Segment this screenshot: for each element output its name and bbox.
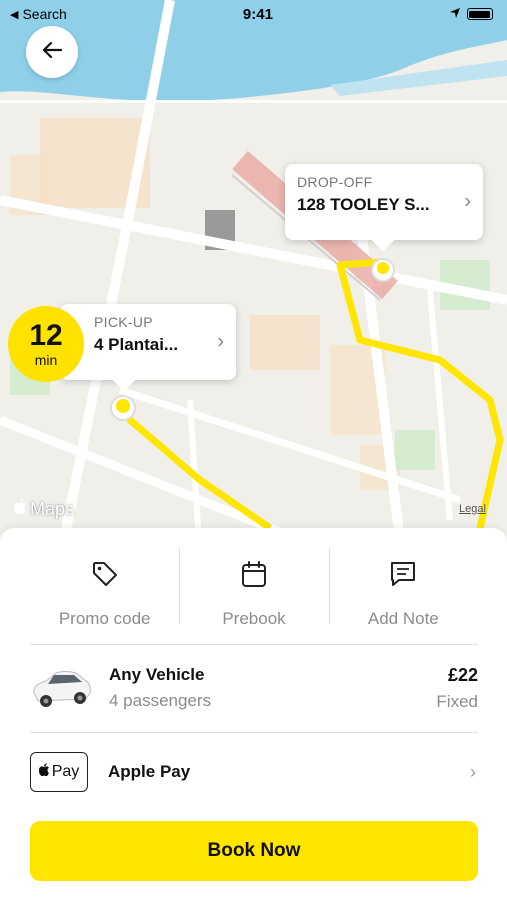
status-time: 9:41 (242, 5, 273, 23)
vehicle-name: Any Vehicle (109, 665, 205, 684)
back-arrow-icon (40, 38, 64, 67)
tag-icon (91, 558, 119, 590)
back-button[interactable] (26, 26, 78, 78)
eta-value: 12 (29, 319, 63, 352)
chevron-right-icon: › (470, 761, 476, 782)
booking-sheet: Promo code Prebook Add Note Any Vehicle … (0, 528, 507, 900)
status-bar: ◀ Search 9:41 (0, 0, 507, 28)
price-type: Fixed (436, 691, 478, 711)
status-indicators (449, 6, 493, 23)
add-note-label: Add Note (367, 609, 439, 628)
map-tiles (0, 0, 507, 560)
price-amount: £22 (447, 664, 478, 685)
prebook-label: Prebook (222, 609, 286, 628)
pickup-label: PICK-UP (94, 314, 153, 330)
book-now-button[interactable]: Book Now (30, 821, 478, 881)
apple-logo-icon (38, 762, 51, 782)
battery-icon (466, 8, 493, 20)
pickup-callout[interactable]: PICK-UP 4 Plantai... › (60, 304, 236, 392)
chevron-right-icon: › (217, 330, 224, 353)
location-arrow-icon (449, 6, 461, 23)
eta-unit: min (34, 352, 58, 368)
vehicle-option[interactable]: Any Vehicle 4 passengers £22 Fixed (30, 654, 478, 722)
apple-pay-badge: Pay (30, 752, 88, 792)
dropoff-address: 128 TOOLEY S... (297, 195, 430, 214)
vehicle-info: Any Vehicle 4 passengers (109, 665, 436, 711)
legal-link[interactable]: Legal (459, 503, 486, 515)
maps-attribution-text: Maps (30, 499, 75, 519)
vehicle-passengers: 4 passengers (109, 691, 212, 710)
prebook-button[interactable]: Prebook (179, 546, 328, 644)
status-back-app-label: Search (22, 6, 67, 22)
pickup-address: 4 Plantai... (94, 335, 179, 354)
add-note-button[interactable]: Add Note (328, 546, 478, 644)
apple-logo-icon (13, 499, 28, 520)
status-back-caret-icon: ◀ (10, 8, 19, 21)
calendar-icon (241, 558, 267, 590)
map-view[interactable]: ◀ Search 9:41 DROP-OFF 128 TOOLEY S... ›… (0, 0, 507, 560)
divider (30, 644, 478, 645)
vehicle-price: £22 Fixed (436, 665, 478, 712)
dropoff-label: DROP-OFF (297, 174, 373, 190)
eta-badge: 12 min (8, 306, 84, 382)
chevron-right-icon: › (464, 190, 471, 213)
payment-method-name: Apple Pay (108, 762, 191, 781)
payment-method-row[interactable]: Pay Apple Pay › (30, 750, 478, 794)
apple-pay-badge-text: Pay (51, 763, 80, 780)
status-back-to-app[interactable]: ◀ Search (10, 6, 67, 22)
promo-code-button[interactable]: Promo code (30, 546, 179, 644)
promo-code-label: Promo code (58, 609, 151, 628)
dropoff-callout[interactable]: DROP-OFF 128 TOOLEY S... › (285, 164, 483, 252)
divider (30, 732, 478, 733)
booking-actions: Promo code Prebook Add Note (30, 546, 478, 644)
maps-attribution: Maps (13, 499, 75, 520)
car-icon (30, 663, 92, 713)
note-icon (389, 558, 417, 590)
